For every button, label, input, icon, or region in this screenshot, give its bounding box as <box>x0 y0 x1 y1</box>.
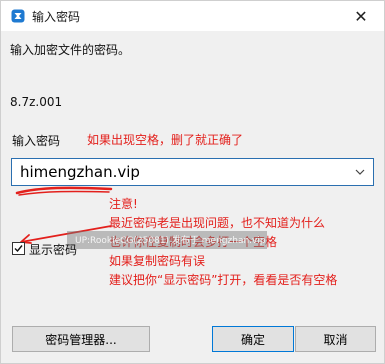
password-dialog: 输入密码 ✕ 输入加密文件的密码。 8.7z.001 输入密码 如果出现空格，删… <box>0 0 385 364</box>
annotation-note-3: 如果复制密码有误 <box>109 254 206 268</box>
close-icon[interactable]: ✕ <box>338 1 384 31</box>
chevron-down-icon[interactable] <box>355 168 365 176</box>
annotation-hint: 如果出现空格，删了就正确了 <box>87 133 244 147</box>
annotation-underline <box>15 186 113 196</box>
check-icon <box>14 245 23 253</box>
window-title: 输入密码 <box>32 10 81 24</box>
cancel-button[interactable]: 取消 <box>295 326 376 352</box>
show-password-label[interactable]: 显示密码 <box>29 241 77 258</box>
app-icon <box>11 9 25 23</box>
show-password-checkbox[interactable] <box>12 242 25 255</box>
watermark: UP:RookieCG(25081) 发布于 mengzhan.vip <box>75 236 266 246</box>
ok-button[interactable]: 确定 <box>212 326 294 352</box>
password-combobox[interactable]: himengzhan.vip <box>11 158 374 186</box>
title-bar: 输入密码 ✕ <box>1 1 384 31</box>
password-label: 输入密码 <box>12 134 61 148</box>
annotation-note-0: 注意! <box>109 197 138 211</box>
password-input[interactable]: himengzhan.vip <box>20 163 140 181</box>
password-manager-button[interactable]: 密码管理器... <box>12 326 150 352</box>
prompt-text: 输入加密文件的密码。 <box>10 43 131 57</box>
annotation-note-4: 建议把你“显示密码”打开，看看是否有空格 <box>109 273 338 287</box>
archive-filename: 8.7z.001 <box>10 95 63 109</box>
